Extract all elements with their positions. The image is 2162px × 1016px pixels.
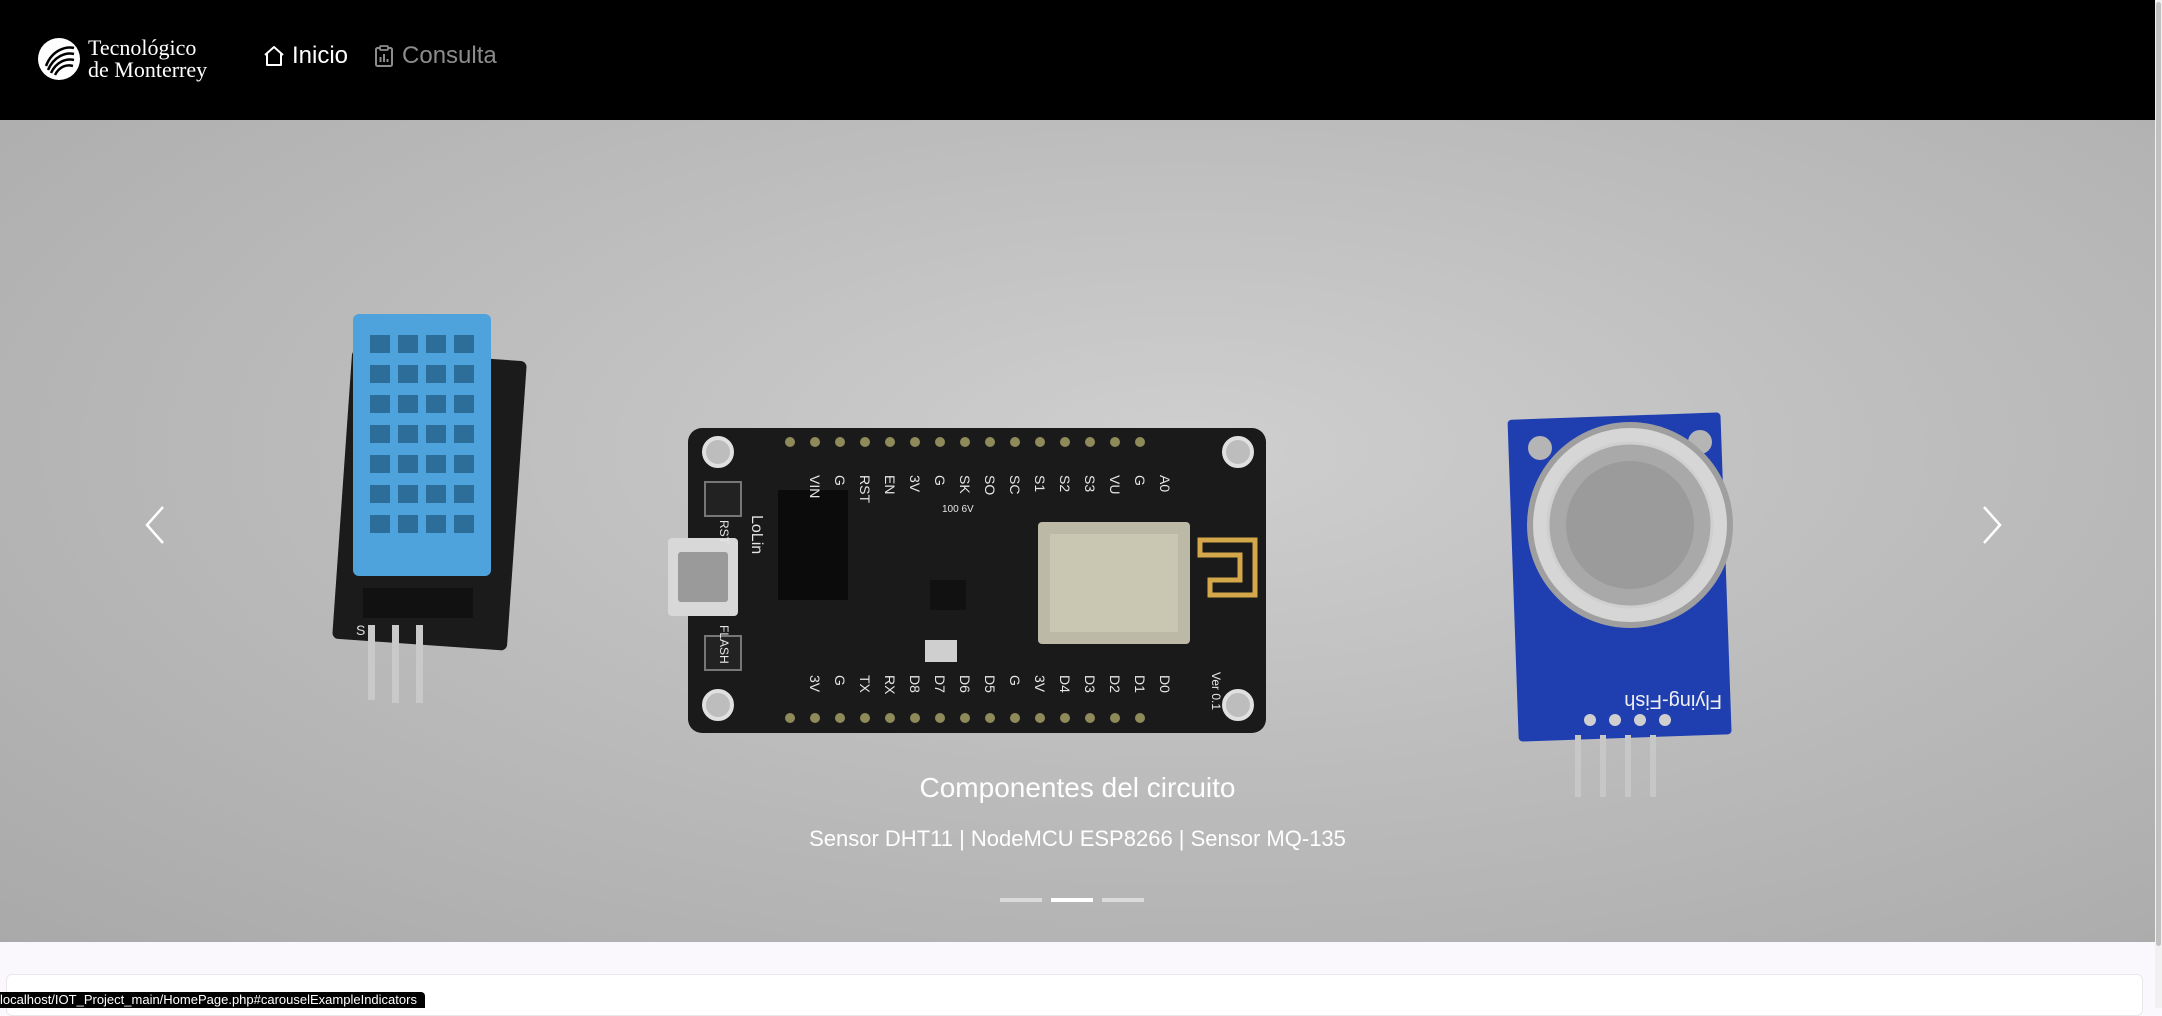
board-brand-label: LoLin	[748, 515, 765, 554]
carousel: S VIN G RST EN 3V G SK SO SC S1 S2 S3 VU…	[0, 120, 2155, 942]
board-pin-a0: A0	[1157, 475, 1173, 492]
board-pin-g1: G	[832, 475, 848, 486]
clipboard-chart-icon	[375, 45, 394, 67]
carousel-caption-subtitle: Sensor DHT11 | NodeMCU ESP8266 | Sensor …	[809, 826, 1346, 851]
nodemcu-board-image: VIN G RST EN 3V G SK SO SC S1 S2 S3 VU G…	[668, 428, 1266, 733]
board-pin-tx: TX	[857, 675, 873, 694]
carousel-photo: S VIN G RST EN 3V G SK SO SC S1 S2 S3 VU…	[332, 314, 1733, 797]
nav-item-inicio[interactable]: Inicio	[262, 42, 348, 70]
board-pin-d2: D2	[1107, 675, 1123, 693]
carousel-prev-button[interactable]	[125, 480, 185, 570]
dht11-sensor-image: S	[332, 314, 527, 703]
board-pin-d4: D4	[1057, 675, 1073, 693]
tec-logo-icon	[38, 38, 80, 80]
board-pin-d7: D7	[932, 675, 948, 693]
board-pin-3v-b: 3V	[807, 675, 823, 693]
board-pin-d0: D0	[1157, 675, 1173, 693]
board-pin-rx: RX	[882, 675, 898, 695]
nav-label-inicio: Inicio	[292, 42, 349, 69]
board-pin-en: EN	[882, 475, 898, 494]
brand-line-2: de Monterrey	[88, 57, 208, 82]
carousel-indicator-3[interactable]	[1102, 898, 1144, 902]
brand-line-1: Tecnológico	[88, 35, 197, 60]
navbar: Tecnológico de Monterrey Inicio Consulta	[0, 0, 2155, 120]
chevron-left-icon	[145, 506, 164, 544]
board-pin-so: SO	[982, 475, 998, 495]
board-pin-s1: S1	[1032, 475, 1048, 492]
board-pin-g-b2: G	[1007, 675, 1023, 686]
board-pin-g-b: G	[832, 675, 848, 686]
board-pin-sk: SK	[957, 475, 973, 494]
board-pin-3v: 3V	[907, 475, 923, 493]
board-pin-d6: D6	[957, 675, 973, 693]
board-pin-g2: G	[932, 475, 948, 486]
brand-name: Tecnológico de Monterrey	[88, 37, 207, 81]
board-cap-label: 100 6V	[942, 504, 974, 515]
board-pin-d1: D1	[1132, 675, 1148, 693]
carousel-next-button[interactable]	[1962, 480, 2022, 570]
board-pin-vin: VIN	[807, 475, 823, 498]
mq-brand-label: Flying-Fish	[1624, 690, 1722, 712]
carousel-indicator-1[interactable]	[1000, 898, 1042, 902]
board-pin-g3: G	[1132, 475, 1148, 486]
main-nav: Inicio Consulta	[262, 42, 521, 70]
board-flash-label: FLASH	[717, 625, 731, 664]
board-pin-3v-b2: 3V	[1032, 675, 1048, 693]
carousel-caption-title: Componentes del circuito	[919, 772, 1236, 803]
board-version-label: Ver 0.1	[1209, 672, 1223, 710]
board-pin-vu: VU	[1107, 475, 1123, 494]
home-icon	[264, 46, 284, 66]
board-pin-sc: SC	[1007, 475, 1023, 494]
nav-item-consulta[interactable]: Consulta	[372, 42, 497, 70]
link-status-bar: localhost/IOT_Project_main/HomePage.php#…	[0, 992, 425, 1008]
carousel-indicator-2[interactable]	[1051, 898, 1093, 902]
board-pin-s3: S3	[1082, 475, 1098, 492]
nav-label-consulta: Consulta	[402, 42, 497, 69]
board-pin-rst: RST	[857, 475, 873, 503]
board-pin-d8: D8	[907, 675, 923, 693]
dht-pin-label: S	[356, 622, 365, 638]
mq135-sensor-image: Flying-Fish	[1507, 412, 1733, 797]
chevron-right-icon	[1983, 506, 2002, 544]
carousel-indicators	[1000, 898, 1153, 902]
board-pin-d5: D5	[982, 675, 998, 693]
board-pin-d3: D3	[1082, 675, 1098, 693]
board-rst-label: RST	[717, 520, 731, 545]
page-scrollbar-thumb[interactable]	[2156, 2, 2161, 946]
board-pin-s2: S2	[1057, 475, 1073, 492]
brand-link[interactable]: Tecnológico de Monterrey	[36, 36, 207, 82]
